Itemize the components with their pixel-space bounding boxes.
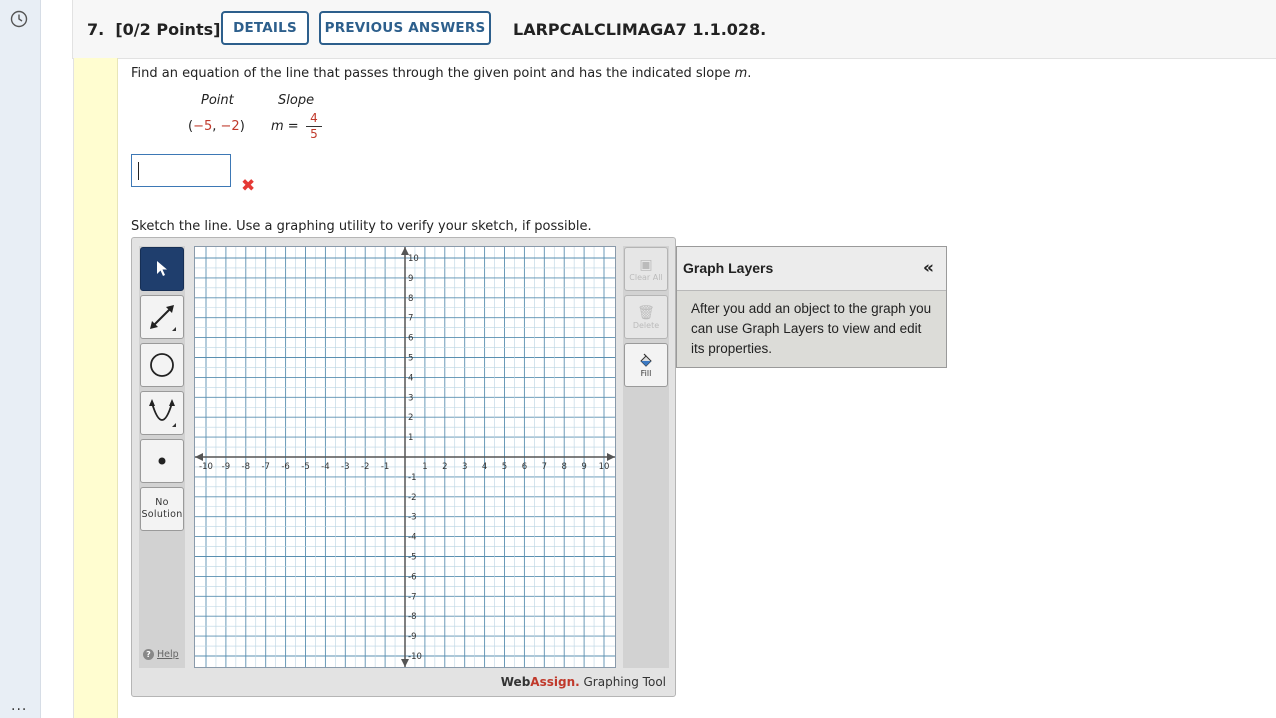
incorrect-x-icon: ✖: [241, 176, 256, 196]
x-tick-label: 4: [482, 462, 487, 472]
fill-button[interactable]: Fill: [624, 343, 668, 387]
circle-tool-button[interactable]: [140, 343, 184, 387]
y-tick-label: -4: [408, 533, 416, 543]
y-tick-label: 1: [408, 433, 413, 443]
more-icon[interactable]: ...: [11, 698, 27, 714]
y-tick-label: -7: [408, 592, 416, 602]
collapse-icon[interactable]: «: [923, 258, 934, 278]
help-link[interactable]: ? Help: [143, 649, 179, 660]
x-tick-label: 10: [599, 462, 610, 472]
question-header: 7. [0/2 Points] DETAILS PREVIOUS ANSWERS…: [72, 0, 1276, 59]
y-tick-label: -3: [408, 513, 416, 523]
graph-layers-header: Graph Layers «: [677, 247, 946, 291]
x-axis-left-arrow: [195, 453, 203, 461]
x-axis-right-arrow: [607, 453, 615, 461]
slope-label: m =: [271, 119, 299, 134]
pointer-tool-button[interactable]: [140, 247, 184, 291]
slope-denominator: 5: [310, 127, 318, 141]
x-tick-label: 9: [581, 462, 586, 472]
graphing-tool: No Solution ? Help -10 -9 -8 -7 -6 -5 -4 -3 -2 -1 1…: [131, 237, 676, 697]
y-tick-label: 5: [408, 354, 413, 364]
slope-header: Slope: [278, 93, 315, 108]
x-tick-label: 7: [542, 462, 547, 472]
x-tick-label: -10: [199, 462, 213, 472]
delete-button[interactable]: 🗑 Delete: [624, 295, 668, 339]
line-tool-button[interactable]: [140, 295, 184, 339]
y-tick-label: 10: [408, 254, 419, 264]
text-caret: [138, 162, 139, 180]
sketch-prompt: Sketch the line. Use a graphing utility …: [131, 219, 592, 234]
point-value: (−5, −2): [188, 119, 245, 134]
question-number: 7. [0/2 Points]: [87, 20, 221, 39]
left-rail: ...: [0, 0, 41, 718]
trash-icon: 🗑: [637, 304, 655, 321]
y-tick-label: 7: [408, 314, 413, 324]
point-tool-button[interactable]: [140, 439, 184, 483]
x-tick-label: 5: [502, 462, 507, 472]
question-code: LARPCALCLIMAGA7 1.1.028.: [513, 20, 767, 39]
clear-all-icon: ▣: [639, 256, 653, 273]
graph-layers-title: Graph Layers: [683, 260, 774, 276]
help-icon: ?: [143, 649, 154, 660]
y-tick-label: -6: [408, 572, 416, 582]
edit-toolbar: ▣ Clear All 🗑 Delete Fill: [623, 246, 669, 668]
x-tick-label: -1: [381, 462, 389, 472]
points: [0/2 Points]: [115, 20, 221, 39]
y-tick-label: 6: [408, 334, 413, 344]
webassign-brand: WebAssign. Graphing Tool: [500, 675, 666, 689]
x-tick-label: 1: [422, 462, 427, 472]
x-tick-label: 8: [561, 462, 566, 472]
paint-bucket-icon: [640, 353, 652, 367]
graph-canvas[interactable]: -10 -9 -8 -7 -6 -5 -4 -3 -2 -1 1 2 3 4 5 6 7 8 9 10 10 9 8 7 6 5 4…: [194, 246, 616, 668]
y-tick-label: 2: [408, 413, 413, 423]
drawing-toolbar: No Solution ? Help: [139, 246, 185, 668]
y-tick-label: -5: [408, 553, 416, 563]
parabola-tool-button[interactable]: [140, 391, 184, 435]
clock-icon[interactable]: [10, 10, 28, 28]
x-tick-label: -9: [222, 462, 230, 472]
coordinate-grid[interactable]: -10 -9 -8 -7 -6 -5 -4 -3 -2 -1 1 2 3 4 5 6 7 8 9 10 10 9 8 7 6 5 4…: [195, 247, 615, 667]
point-tool-icon: [158, 457, 166, 465]
x-tick-label: -2: [361, 462, 369, 472]
question-side-bar: [73, 58, 118, 718]
no-solution-button[interactable]: No Solution: [140, 487, 184, 531]
circle-tool-icon: [150, 353, 174, 377]
cursor-arrow-icon: [157, 261, 167, 276]
y-tick-label: 8: [408, 294, 413, 304]
y-tick-label: -8: [408, 612, 416, 622]
y-tick-label: 9: [408, 274, 413, 284]
y-tick-label: 4: [408, 373, 413, 383]
x-tick-label: -5: [301, 462, 309, 472]
y-tick-label: -2: [408, 493, 416, 503]
problem-prompt: Find an equation of the line that passes…: [131, 66, 752, 81]
clear-all-button[interactable]: ▣ Clear All: [624, 247, 668, 291]
previous-answers-button[interactable]: PREVIOUS ANSWERS: [319, 11, 491, 45]
y-tick-label: -10: [408, 652, 422, 662]
graph-layers-panel: Graph Layers « After you add an object t…: [676, 246, 947, 368]
x-tick-label: -7: [261, 462, 269, 472]
answer-input[interactable]: [131, 154, 231, 187]
x-tick-label: -3: [341, 462, 349, 472]
x-tick-label: -6: [281, 462, 289, 472]
x-tick-label: -8: [242, 462, 250, 472]
graph-layers-description: After you add an object to the graph you…: [691, 301, 932, 356]
slope-fraction: 4 5: [306, 111, 322, 141]
slope-numerator: 4: [306, 111, 322, 127]
point-header: Point: [201, 93, 234, 108]
y-tick-label: 3: [408, 393, 413, 403]
x-tick-label: -4: [321, 462, 329, 472]
x-tick-label: 2: [442, 462, 447, 472]
x-tick-label: 6: [522, 462, 527, 472]
line-tool-icon: [150, 305, 176, 331]
parabola-tool-icon: [149, 399, 176, 427]
y-tick-label: -1: [408, 473, 416, 483]
details-button[interactable]: DETAILS: [221, 11, 309, 45]
y-tick-label: -9: [408, 632, 416, 642]
x-tick-label: 3: [462, 462, 467, 472]
